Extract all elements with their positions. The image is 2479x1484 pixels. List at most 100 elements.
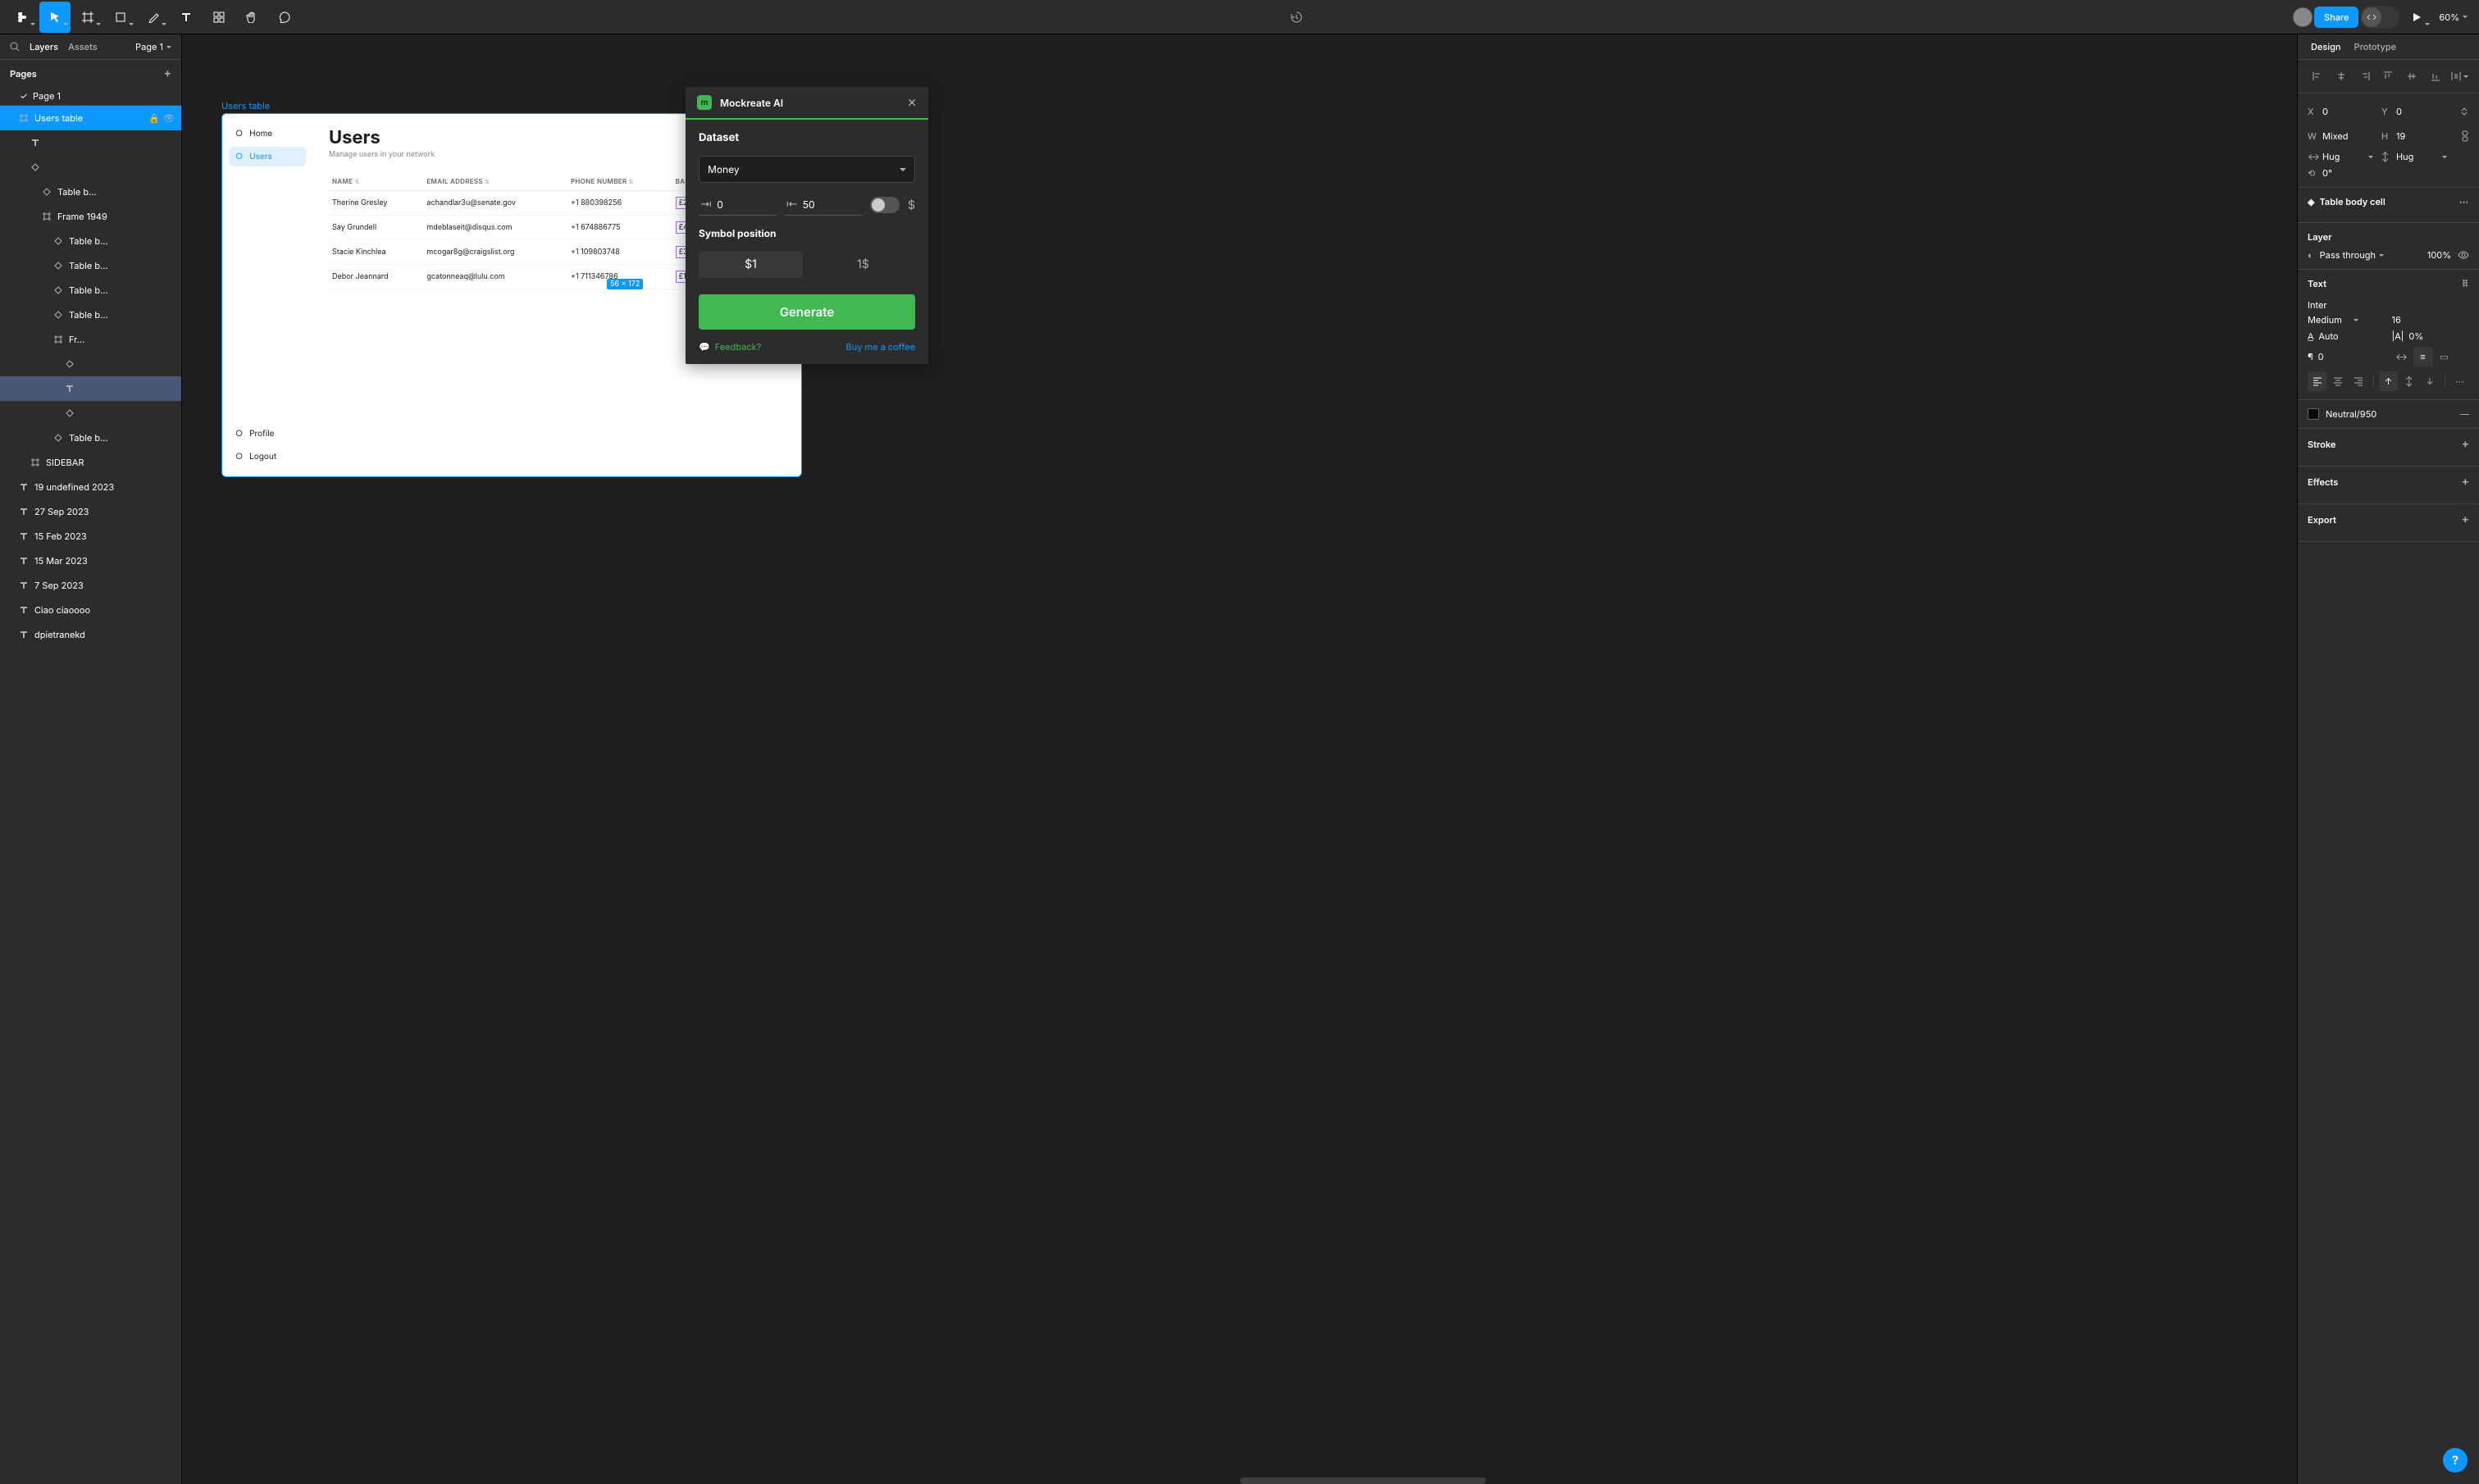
- pen-tool[interactable]: [138, 2, 169, 33]
- figma-menu-button[interactable]: [7, 2, 38, 33]
- page-row[interactable]: ✓ Page 1: [0, 87, 181, 105]
- layer-row[interactable]: SIDEBAR: [0, 450, 181, 475]
- layer-row[interactable]: 27 Sep 2023: [0, 499, 181, 524]
- layer-row[interactable]: [0, 352, 181, 376]
- search-icon[interactable]: [10, 42, 20, 52]
- hresize-value[interactable]: Hug: [2322, 151, 2363, 162]
- align-bottom-button[interactable]: [2426, 66, 2445, 86]
- horizontal-scrollbar[interactable]: [1240, 1477, 1486, 1484]
- symbol-toggle[interactable]: [870, 197, 900, 213]
- dataset-select[interactable]: Money: [699, 156, 915, 183]
- visibility-toggle[interactable]: [2458, 249, 2469, 261]
- distribute-button[interactable]: [2449, 66, 2469, 86]
- user-avatar[interactable]: [2293, 7, 2313, 27]
- add-stroke-button[interactable]: +: [2462, 437, 2469, 451]
- align-hcenter-button[interactable]: [2331, 66, 2351, 86]
- fill-swatch[interactable]: [2308, 408, 2319, 420]
- text-valign-middle-button[interactable]: ↕: [2399, 371, 2418, 391]
- layer-row[interactable]: [0, 155, 181, 180]
- align-left-button[interactable]: [2308, 66, 2327, 86]
- text-align-right-button[interactable]: [2349, 371, 2368, 391]
- text-align-center-button[interactable]: [2328, 371, 2347, 391]
- present-button[interactable]: [2401, 2, 2432, 33]
- constrain-proportions-button[interactable]: [2455, 126, 2475, 146]
- frame-label[interactable]: Users table: [221, 100, 270, 112]
- layer-row[interactable]: dpietranekd: [0, 622, 181, 647]
- font-weight-select[interactable]: Medium: [2308, 314, 2349, 325]
- text-valign-bottom-button[interactable]: ↓: [2420, 371, 2439, 391]
- resources-tool[interactable]: [203, 2, 235, 33]
- tab-layers[interactable]: Layers: [30, 41, 58, 52]
- layer-row[interactable]: 15 Mar 2023: [0, 549, 181, 573]
- move-tool[interactable]: [39, 2, 71, 33]
- layer-row[interactable]: Ciao ciaoooo: [0, 598, 181, 622]
- range-min-input[interactable]: [717, 198, 774, 211]
- align-right-button[interactable]: [2355, 66, 2375, 86]
- text-align-left-button[interactable]: [2308, 371, 2326, 391]
- layer-row[interactable]: Table b...: [0, 180, 181, 204]
- help-button[interactable]: ?: [2443, 1448, 2468, 1473]
- sidebar-item-users[interactable]: ○Users: [229, 147, 306, 166]
- table-header[interactable]: PHONE NUMBER: [567, 172, 672, 191]
- line-height-input[interactable]: Auto: [2318, 330, 2338, 342]
- range-max-field[interactable]: ⇤: [785, 194, 863, 216]
- auto-height-button[interactable]: ≡: [2413, 347, 2433, 366]
- layer-row[interactable]: 19 undefined 2023: [0, 475, 181, 499]
- layer-row[interactable]: Table b...: [0, 303, 181, 327]
- add-export-button[interactable]: +: [2462, 512, 2469, 526]
- layer-row[interactable]: 15 Feb 2023: [0, 524, 181, 549]
- text-tool[interactable]: [171, 2, 202, 33]
- shape-tool[interactable]: [105, 2, 136, 33]
- tab-design[interactable]: Design: [2311, 41, 2341, 52]
- add-effect-button[interactable]: +: [2462, 475, 2469, 489]
- add-page-button[interactable]: +: [164, 66, 171, 80]
- x-value[interactable]: 0: [2322, 106, 2363, 117]
- layer-row[interactable]: [0, 401, 181, 426]
- y-value[interactable]: 0: [2396, 106, 2437, 117]
- auto-width-button[interactable]: ↔: [2392, 347, 2412, 366]
- feedback-link[interactable]: 💬 Feedback?: [699, 341, 761, 353]
- text-valign-top-button[interactable]: ↑: [2379, 371, 2398, 391]
- sidebar-item-home[interactable]: ○Home: [229, 124, 306, 143]
- paragraph-spacing-input[interactable]: 0: [2318, 351, 2324, 362]
- layer-row[interactable]: Table b...: [0, 229, 181, 253]
- dev-mode-toggle[interactable]: [2360, 6, 2399, 29]
- frame-tool[interactable]: [72, 2, 103, 33]
- detach-style-button[interactable]: —: [2460, 408, 2469, 420]
- table-header[interactable]: NAME: [329, 172, 423, 191]
- align-vcenter-button[interactable]: [2402, 66, 2422, 86]
- share-button[interactable]: Share: [2314, 7, 2358, 28]
- tab-prototype[interactable]: Prototype: [2354, 41, 2397, 52]
- letter-spacing-input[interactable]: 0%: [2408, 330, 2423, 342]
- hand-tool[interactable]: [236, 2, 267, 33]
- history-button[interactable]: [1281, 2, 1312, 33]
- symbol-after-button[interactable]: 1$: [811, 251, 915, 278]
- zoom-dropdown[interactable]: 60%: [2434, 11, 2472, 23]
- tab-assets[interactable]: Assets: [68, 41, 98, 52]
- fill-color-name[interactable]: Neutral/950: [2326, 408, 2454, 420]
- page-selector[interactable]: Page 1: [135, 41, 171, 52]
- symbol-before-button[interactable]: $1: [699, 251, 803, 278]
- plugin-panel[interactable]: m Mockreate AI ✕ Dataset Money ⇥ ⇤: [686, 87, 928, 364]
- align-to-pixel-button[interactable]: [2455, 102, 2475, 121]
- table-header[interactable]: EMAIL ADDRESS: [423, 172, 567, 191]
- text-more-options-button[interactable]: ⋯: [2450, 371, 2469, 391]
- fixed-size-button[interactable]: ▭: [2435, 347, 2454, 366]
- layer-row[interactable]: Table b...: [0, 426, 181, 450]
- sidebar-item-profile[interactable]: ○Profile: [229, 424, 306, 444]
- range-max-input[interactable]: [803, 198, 860, 211]
- opacity-value[interactable]: 100%: [2427, 249, 2451, 261]
- rotation-value[interactable]: 0°: [2322, 167, 2363, 179]
- sidebar-item-logout[interactable]: ○Logout: [229, 447, 306, 467]
- buy-coffee-link[interactable]: Buy me a coffee: [846, 341, 916, 353]
- w-value[interactable]: Mixed: [2322, 130, 2363, 142]
- lock-icon[interactable]: 🔒: [148, 112, 160, 124]
- font-family-select[interactable]: Inter: [2308, 296, 2469, 314]
- layer-row[interactable]: [0, 130, 181, 155]
- visibility-icon[interactable]: 👁: [163, 112, 175, 124]
- generate-button[interactable]: Generate: [699, 294, 915, 330]
- vresize-value[interactable]: Hug: [2396, 151, 2437, 162]
- comment-tool[interactable]: [269, 2, 300, 33]
- component-options-button[interactable]: ⋯: [2459, 196, 2469, 207]
- h-value[interactable]: 19: [2396, 130, 2437, 142]
